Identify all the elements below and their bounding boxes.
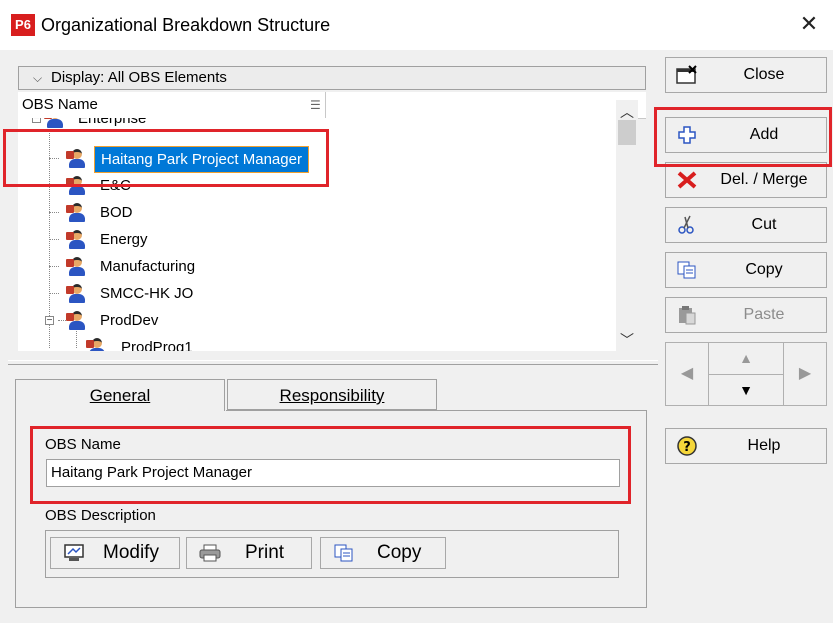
obs-person-icon bbox=[66, 255, 88, 277]
obs-description-label: OBS Description bbox=[45, 507, 156, 524]
collapse-toggle[interactable]: − bbox=[32, 118, 41, 124]
cut-button-label: Cut bbox=[751, 216, 777, 233]
monitor-icon bbox=[64, 544, 84, 561]
tab-responsibility[interactable]: Responsibility bbox=[227, 379, 437, 410]
obs-person-icon bbox=[66, 309, 88, 331]
tree-node-label: Manufacturing bbox=[100, 258, 196, 275]
scroll-up-icon[interactable]: ︿ bbox=[620, 102, 634, 122]
question-icon: ? bbox=[677, 436, 697, 456]
highlight-selected-node bbox=[3, 129, 329, 187]
close-window-icon bbox=[676, 65, 697, 84]
close-button-label: Close bbox=[743, 66, 785, 83]
window-close-button[interactable]: ✕ bbox=[795, 10, 823, 38]
obs-tree-panel: ⌵ Display: All OBS Elements OBS Name ☰ − … bbox=[8, 56, 656, 356]
tree-vertical-scrollbar[interactable]: ︿ ﹀ bbox=[616, 100, 638, 355]
scroll-thumb[interactable] bbox=[618, 120, 636, 145]
scissors-icon bbox=[678, 215, 694, 234]
modify-button[interactable]: Modify bbox=[50, 537, 180, 569]
tree-node-label: Energy bbox=[100, 231, 148, 248]
chevron-down-icon: ⌵ bbox=[33, 71, 43, 85]
tree-node-label: ProdDev bbox=[100, 312, 159, 329]
tree-connector bbox=[49, 212, 59, 213]
move-up-button[interactable]: ▲ bbox=[708, 342, 784, 375]
tree-connector bbox=[49, 239, 59, 240]
move-right-button[interactable]: ▶ bbox=[783, 342, 827, 406]
p6-app-icon: P6 bbox=[11, 14, 35, 36]
column-sort-icon[interactable]: ☰ bbox=[310, 98, 321, 112]
delete-merge-button[interactable]: Del. / Merge bbox=[665, 162, 827, 198]
copy-icon bbox=[334, 544, 353, 562]
obs-person-icon bbox=[66, 228, 88, 250]
obs-name-column-header[interactable]: OBS Name bbox=[22, 96, 98, 113]
tree-node-label: ProdProg1 bbox=[121, 339, 193, 351]
tree-column-header[interactable]: OBS Name ☰ bbox=[18, 92, 646, 119]
display-filter-bar[interactable]: ⌵ Display: All OBS Elements bbox=[18, 66, 646, 90]
print-button[interactable]: Print bbox=[186, 537, 312, 569]
obs-person-icon bbox=[86, 336, 108, 351]
column-separator[interactable] bbox=[325, 92, 326, 118]
tree-connector bbox=[76, 328, 77, 348]
highlight-obs-name bbox=[30, 426, 631, 504]
description-copy-button-label: Copy bbox=[377, 542, 422, 563]
scroll-down-icon[interactable]: ﹀ bbox=[620, 330, 634, 350]
tab-general-label: General bbox=[89, 386, 151, 405]
modify-button-label: Modify bbox=[103, 542, 159, 563]
tree-node-label: SMCC-HK JO bbox=[100, 285, 194, 302]
delete-merge-button-label: Del. / Merge bbox=[720, 171, 808, 188]
clipboard-icon bbox=[679, 306, 696, 325]
tree-node-label: BOD bbox=[100, 204, 133, 221]
paste-button[interactable]: Paste bbox=[665, 297, 827, 333]
close-button[interactable]: Close bbox=[665, 57, 827, 93]
paste-button-label: Paste bbox=[743, 306, 785, 323]
svg-text:?: ? bbox=[683, 440, 691, 455]
collapse-toggle[interactable]: − bbox=[45, 316, 54, 326]
printer-icon bbox=[199, 544, 221, 562]
display-filter-label: Display: All OBS Elements bbox=[51, 69, 227, 86]
tab-general[interactable]: General bbox=[15, 379, 225, 411]
red-x-icon bbox=[677, 171, 697, 189]
copy-icon bbox=[677, 261, 696, 279]
tab-responsibility-label: Responsibility bbox=[279, 386, 385, 405]
highlight-add-button bbox=[654, 107, 832, 167]
tree-connector bbox=[49, 266, 59, 267]
description-copy-button[interactable]: Copy bbox=[320, 537, 446, 569]
move-down-button[interactable]: ▼ bbox=[708, 374, 784, 406]
copy-button[interactable]: Copy bbox=[665, 252, 827, 288]
obs-person-icon bbox=[44, 118, 66, 129]
window-title: Organizational Breakdown Structure bbox=[41, 15, 331, 35]
copy-button-label: Copy bbox=[745, 261, 783, 278]
help-button-label: Help bbox=[747, 437, 781, 454]
tree-connector bbox=[49, 293, 59, 294]
panel-splitter[interactable] bbox=[8, 360, 658, 365]
obs-person-icon bbox=[66, 201, 88, 223]
obs-person-icon bbox=[66, 282, 88, 304]
print-button-label: Print bbox=[245, 542, 285, 563]
help-button[interactable]: ? Help bbox=[665, 428, 827, 464]
move-buttons-group: ◀ ▲ ▼ ▶ bbox=[665, 342, 827, 406]
cut-button[interactable]: Cut bbox=[665, 207, 827, 243]
move-left-button[interactable]: ◀ bbox=[665, 342, 709, 406]
